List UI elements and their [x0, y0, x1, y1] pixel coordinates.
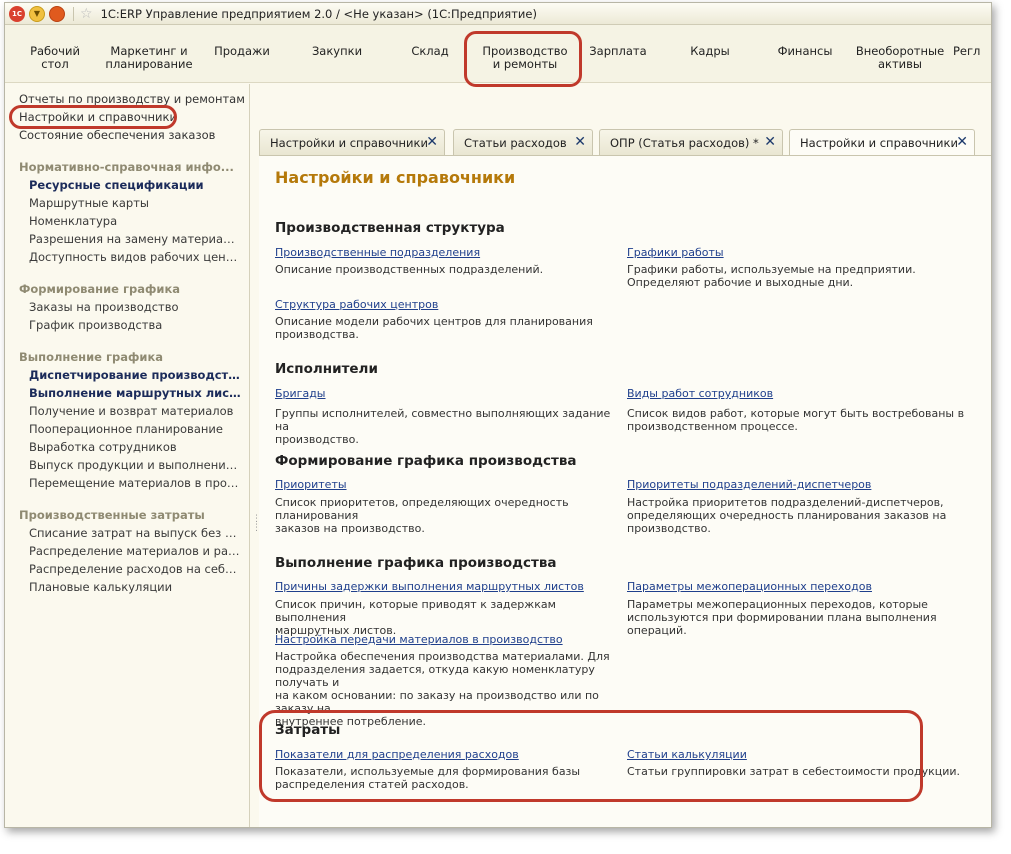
section-sales[interactable]: Продажи: [210, 45, 274, 58]
nav-item[interactable]: График производства: [29, 318, 241, 332]
section-purchases[interactable]: Закупки: [305, 45, 369, 58]
link-description: Список причин, которые приводят к задерж…: [275, 598, 556, 637]
app-window: 1С ▼ ☆ 1C:ERP Управление предприятием 2.…: [4, 2, 992, 828]
close-icon[interactable]: ✕: [426, 135, 438, 149]
favorites-star-icon[interactable]: ☆: [80, 7, 93, 21]
settings-form: Настройки и справочники Производственная…: [259, 155, 991, 827]
link-work-schedules[interactable]: Графики работы: [627, 246, 724, 259]
nav-item[interactable]: Заказы на производство: [29, 300, 241, 314]
tab-label: Настройки и справочники: [800, 136, 958, 150]
link-employee-work-types[interactable]: Виды работ сотрудников: [627, 387, 773, 400]
close-icon[interactable]: ✕: [764, 135, 776, 149]
link-interop-params[interactable]: Параметры межоперационных переходов: [627, 580, 872, 593]
nav-order-supply[interactable]: Состояние обеспечения заказов: [19, 128, 215, 142]
nav-group-schedule-execution: Выполнение графика: [19, 350, 164, 364]
nav-item[interactable]: Выработка сотрудников: [29, 440, 241, 454]
section-regl[interactable]: Регл: [953, 45, 991, 58]
nav-item[interactable]: Номенклатура: [29, 214, 241, 228]
link-description: Описание производственных подразделений.: [275, 263, 544, 276]
tab-bar: Настройки и справочники ✕ Статьи расходо…: [259, 129, 991, 156]
link-description: Настройка приоритетов подразделений-дисп…: [627, 496, 947, 535]
nav-group-schedule-forming: Формирование графика: [19, 282, 181, 296]
title-bar: 1С ▼ ☆ 1C:ERP Управление предприятием 2.…: [5, 3, 991, 25]
tab-label: Статьи расходов: [464, 136, 567, 150]
production-highlight: [464, 31, 582, 87]
tab-opr-expense[interactable]: ОПР (Статья расходов) * ✕: [599, 129, 783, 155]
close-icon[interactable]: ✕: [574, 135, 586, 149]
tab-settings-active[interactable]: Настройки и справочники ✕: [789, 129, 975, 156]
nav-item[interactable]: Распределение расходов на себестои...: [29, 562, 241, 576]
section-heading: Выполнение графика производства: [275, 555, 557, 571]
nav-item[interactable]: Распределение материалов и работ: [29, 544, 241, 558]
section-heading: Исполнители: [275, 361, 378, 377]
link-description: Группы исполнителей, совместно выполняющ…: [275, 407, 611, 446]
settings-highlight: [9, 105, 177, 129]
tab-expense-items[interactable]: Статьи расходов ✕: [453, 129, 593, 155]
nav-item[interactable]: Разрешения на замену материалов: [29, 232, 241, 246]
page-title: Настройки и справочники: [275, 168, 516, 187]
costs-highlight: [259, 710, 923, 802]
tab-settings-1[interactable]: Настройки и справочники ✕: [259, 129, 445, 155]
section-warehouse[interactable]: Склад: [400, 45, 460, 58]
link-delay-reasons[interactable]: Причины задержки выполнения маршрутных л…: [275, 580, 584, 593]
nav-item[interactable]: Перемещение материалов в производ...: [29, 476, 241, 490]
section-heading: Формирование графика производства: [275, 453, 577, 469]
nav-item[interactable]: Плановые калькуляции: [29, 580, 241, 594]
nav-item[interactable]: Списание затрат на выпуск без распо...: [29, 526, 241, 540]
nav-item[interactable]: Маршрутные карты: [29, 196, 241, 210]
link-description: Описание модели рабочих центров для план…: [275, 315, 593, 341]
nav-item[interactable]: Получение и возврат материалов: [29, 404, 241, 418]
section-finance[interactable]: Финансы: [773, 45, 837, 58]
main-menu-icon[interactable]: ▼: [29, 5, 45, 22]
nav-group-production-costs: Производственные затраты: [19, 508, 205, 522]
title-separator: [73, 6, 74, 21]
link-description: Список видов работ, которые могут быть в…: [627, 407, 965, 433]
close-icon[interactable]: ✕: [956, 135, 968, 149]
sections-panel: Рабочий стол Маркетинг и планирование Пр…: [5, 25, 991, 87]
nav-reports[interactable]: Отчеты по производству и ремонтам: [19, 92, 245, 106]
record-icon[interactable]: [49, 5, 65, 22]
nav-item[interactable]: Выполнение маршрутных листов: [29, 386, 241, 400]
link-work-centers-structure[interactable]: Структура рабочих центров: [275, 298, 438, 311]
section-salary[interactable]: Зарплата: [585, 45, 651, 58]
section-heading: Производственная структура: [275, 220, 505, 236]
link-dispatcher-priorities[interactable]: Приоритеты подразделений-диспетчеров: [627, 478, 871, 491]
link-description: Список приоритетов, определяющих очередн…: [275, 496, 569, 535]
nav-item[interactable]: Ресурсные спецификации: [29, 178, 241, 192]
link-material-transfer-setup[interactable]: Настройка передачи материалов в производ…: [275, 633, 563, 646]
section-marketing[interactable]: Маркетинг и планирование: [103, 45, 195, 71]
nav-item[interactable]: Выпуск продукции и выполнение работ: [29, 458, 241, 472]
nav-item[interactable]: Пооперационное планирование: [29, 422, 241, 436]
app-logo-icon[interactable]: 1С: [9, 5, 25, 22]
section-hr[interactable]: Кадры: [680, 45, 740, 58]
tab-label: ОПР (Статья расходов) *: [610, 136, 759, 150]
nav-item[interactable]: Доступность видов рабочих центров: [29, 250, 241, 264]
link-priorities[interactable]: Приоритеты: [275, 478, 347, 491]
link-brigades[interactable]: Бригады: [275, 387, 326, 400]
link-description: Графики работы, используемые на предприя…: [627, 263, 916, 289]
window-title: 1C:ERP Управление предприятием 2.0 / <Не…: [100, 6, 537, 21]
link-production-units[interactable]: Производственные подразделения: [275, 246, 480, 259]
section-fixed-assets[interactable]: Внеоборотные активы: [855, 45, 945, 71]
section-desktop[interactable]: Рабочий стол: [23, 45, 87, 71]
tab-label: Настройки и справочники: [270, 136, 428, 150]
navigation-panel: Отчеты по производству и ремонтам Настро…: [5, 84, 250, 827]
nav-group-reference: Нормативно-справочная инфо...: [19, 160, 234, 174]
link-description: Параметры межоперационных переходов, кот…: [627, 598, 937, 637]
nav-item[interactable]: Диспетчирование производства: [29, 368, 241, 382]
